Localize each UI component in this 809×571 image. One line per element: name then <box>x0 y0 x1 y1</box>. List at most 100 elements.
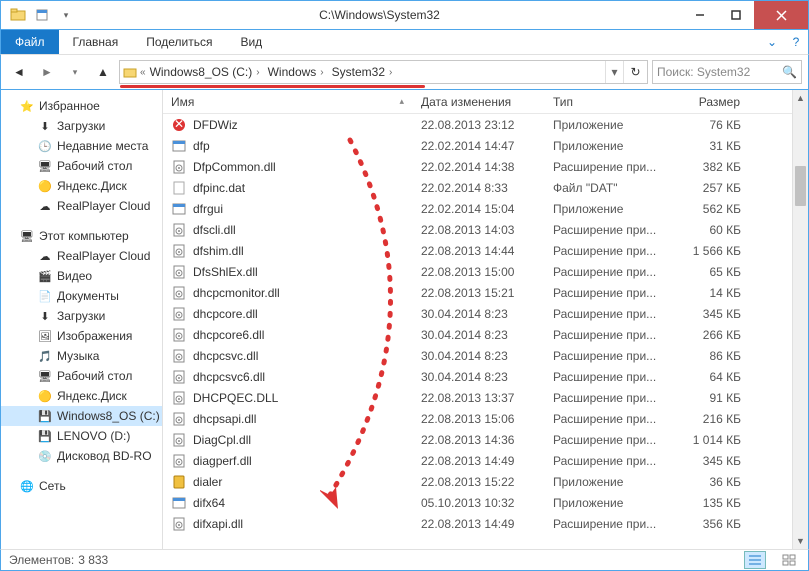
file-row[interactable]: DiagCpl.dll22.08.2013 14:36Расширение пр… <box>163 429 808 450</box>
nav-pc-item[interactable]: 🖼Изображения <box>1 326 162 346</box>
view-large-icons-button[interactable] <box>778 551 800 569</box>
file-row[interactable]: DfpCommon.dll22.02.2014 14:38Расширение … <box>163 156 808 177</box>
search-input[interactable]: Поиск: System32 🔍 <box>652 60 802 84</box>
status-count: 3 833 <box>78 553 108 567</box>
file-row[interactable]: dhcpcsvc.dll30.04.2014 8:23Расширение пр… <box>163 345 808 366</box>
file-name: dhcpcore.dll <box>193 307 258 321</box>
tab-home[interactable]: Главная <box>59 30 133 54</box>
file-date: 22.08.2013 23:12 <box>413 118 545 132</box>
file-row[interactable]: dhcpcore.dll30.04.2014 8:23Расширение пр… <box>163 303 808 324</box>
breadcrumb-seg-2[interactable]: System32› <box>328 65 397 79</box>
tab-share[interactable]: Поделиться <box>132 30 226 54</box>
file-date: 22.02.2014 8:33 <box>413 181 545 195</box>
address-dropdown-icon[interactable]: ▾ <box>605 61 623 83</box>
nav-favorites[interactable]: ⭐Избранное <box>1 96 162 116</box>
file-row[interactable]: dhcpcmonitor.dll22.08.2013 15:21Расширен… <box>163 282 808 303</box>
file-icon <box>171 222 187 238</box>
file-type: Расширение при... <box>545 391 669 405</box>
nav-pc-item[interactable]: 💾Windows8_OS (C:) <box>1 406 162 426</box>
file-row[interactable]: dfshim.dll22.08.2013 14:44Расширение при… <box>163 240 808 261</box>
address-bar[interactable]: « Windows8_OS (C:)› Windows› System32› ▾… <box>119 60 648 84</box>
nav-pc-item[interactable]: 📄Документы <box>1 286 162 306</box>
back-button[interactable]: ◄ <box>7 60 31 84</box>
nav-pc-item[interactable]: ☁RealPlayer Cloud <box>1 246 162 266</box>
nav-item-icon: ⬇ <box>37 308 53 324</box>
file-name: dfrgui <box>193 202 223 216</box>
close-button[interactable] <box>754 1 808 29</box>
file-row[interactable]: dhcpcsvc6.dll30.04.2014 8:23Расширение п… <box>163 366 808 387</box>
file-type: Расширение при... <box>545 265 669 279</box>
file-size: 1 014 КБ <box>669 433 749 447</box>
tab-file[interactable]: Файл <box>1 30 59 54</box>
file-row[interactable]: DfsShlEx.dll22.08.2013 15:00Расширение п… <box>163 261 808 282</box>
file-row[interactable]: ✕DFDWiz22.08.2013 23:12Приложение76 КБ <box>163 114 808 135</box>
help-icon[interactable]: ? <box>784 30 808 54</box>
scroll-thumb[interactable] <box>795 166 806 206</box>
file-size: 91 КБ <box>669 391 749 405</box>
col-size[interactable]: Размер <box>669 95 749 109</box>
file-row[interactable]: dfpinc.dat22.02.2014 8:33Файл "DAT"257 К… <box>163 177 808 198</box>
title-bar: ▾ C:\Windows\System32 <box>0 0 809 30</box>
nav-network[interactable]: 🌐Сеть <box>1 476 162 496</box>
breadcrumb-seg-0[interactable]: Windows8_OS (C:)› <box>146 65 264 79</box>
nav-favorite-item[interactable]: 🟡Яндекс.Диск <box>1 176 162 196</box>
col-date[interactable]: Дата изменения <box>413 95 545 109</box>
minimize-button[interactable] <box>682 1 718 29</box>
nav-pc-item[interactable]: 🖥Рабочий стол <box>1 366 162 386</box>
recent-locations-button[interactable]: ▾ <box>63 60 87 84</box>
nav-item-icon: 🖼 <box>37 328 53 344</box>
col-type[interactable]: Тип <box>545 95 669 109</box>
nav-pc-item[interactable]: 🟡Яндекс.Диск <box>1 386 162 406</box>
ribbon: Файл Главная Поделиться Вид ⌄ ? <box>0 30 809 54</box>
tab-view[interactable]: Вид <box>226 30 276 54</box>
file-type: Расширение при... <box>545 160 669 174</box>
col-name[interactable]: Имя▴ <box>163 95 413 109</box>
file-row[interactable]: DHCPQEC.DLL22.08.2013 13:37Расширение пр… <box>163 387 808 408</box>
nav-item-icon: 📄 <box>37 288 53 304</box>
nav-favorite-item[interactable]: ☁RealPlayer Cloud <box>1 196 162 216</box>
file-size: 382 КБ <box>669 160 749 174</box>
file-row[interactable]: dhcpsapi.dll22.08.2013 15:06Расширение п… <box>163 408 808 429</box>
nav-pc-item[interactable]: ⬇Загрузки <box>1 306 162 326</box>
ribbon-expand-icon[interactable]: ⌄ <box>760 30 784 54</box>
file-name: dialer <box>193 475 222 489</box>
scroll-up-icon[interactable]: ▲ <box>793 90 808 106</box>
file-row[interactable]: dfscli.dll22.08.2013 14:03Расширение при… <box>163 219 808 240</box>
file-row[interactable]: dhcpcore6.dll30.04.2014 8:23Расширение п… <box>163 324 808 345</box>
maximize-button[interactable] <box>718 1 754 29</box>
file-row[interactable]: difxapi.dll22.08.2013 14:49Расширение пр… <box>163 513 808 534</box>
file-row[interactable]: dfp22.02.2014 14:47Приложение31 КБ <box>163 135 808 156</box>
status-count-label: Элементов: <box>9 553 74 567</box>
file-icon <box>171 180 187 196</box>
nav-favorite-item[interactable]: 🕒Недавние места <box>1 136 162 156</box>
file-row[interactable]: dfrgui22.02.2014 15:04Приложение562 КБ <box>163 198 808 219</box>
file-name: dfp <box>193 139 210 153</box>
breadcrumb-seg-1[interactable]: Windows› <box>264 65 328 79</box>
scroll-track[interactable] <box>793 106 808 533</box>
nav-this-pc[interactable]: 🖥Этот компьютер <box>1 226 162 246</box>
nav-item-icon: 🖥 <box>37 368 53 384</box>
nav-pc-item[interactable]: 🎬Видео <box>1 266 162 286</box>
file-name: DFDWiz <box>193 118 238 132</box>
nav-favorite-item[interactable]: 🖥Рабочий стол <box>1 156 162 176</box>
scroll-down-icon[interactable]: ▼ <box>793 533 808 549</box>
nav-pc-item[interactable]: 🎵Музыка <box>1 346 162 366</box>
nav-pc-item[interactable]: 💾LENOVO (D:) <box>1 426 162 446</box>
forward-button[interactable]: ► <box>35 60 59 84</box>
file-icon <box>171 285 187 301</box>
file-size: 562 КБ <box>669 202 749 216</box>
up-button[interactable]: ▲ <box>91 60 115 84</box>
nav-favorite-item[interactable]: ⬇Загрузки <box>1 116 162 136</box>
file-icon <box>171 411 187 427</box>
qat-properties-icon[interactable] <box>31 4 53 26</box>
view-details-button[interactable] <box>744 551 766 569</box>
nav-pc-item[interactable]: 💿Дисковод BD-RO <box>1 446 162 466</box>
vertical-scrollbar[interactable]: ▲ ▼ <box>792 90 808 549</box>
refresh-button[interactable]: ↻ <box>623 61 647 83</box>
file-date: 22.02.2014 14:38 <box>413 160 545 174</box>
file-row[interactable]: diagperf.dll22.08.2013 14:49Расширение п… <box>163 450 808 471</box>
file-row[interactable]: difx6405.10.2013 10:32Приложение135 КБ <box>163 492 808 513</box>
file-size: 135 КБ <box>669 496 749 510</box>
qat-dropdown-icon[interactable]: ▾ <box>55 4 77 26</box>
file-row[interactable]: dialer22.08.2013 15:22Приложение36 КБ <box>163 471 808 492</box>
